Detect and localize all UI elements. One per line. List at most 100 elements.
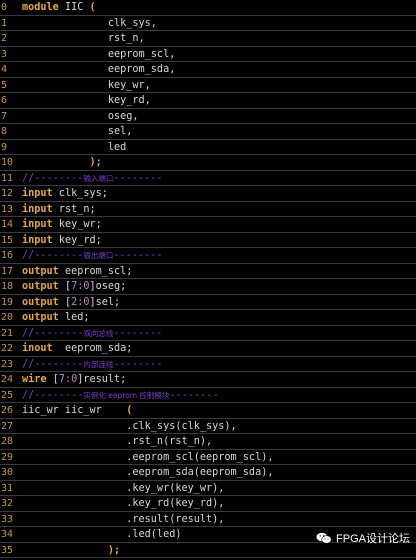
code-text: sel,: [22, 124, 133, 139]
code-line: 23 //--------内部连线--------: [0, 357, 416, 372]
line-number: 21: [1, 327, 14, 339]
code-text: output eeprom_scl;: [22, 264, 132, 279]
code-text: input clk_sys;: [22, 186, 108, 201]
code-line: 9 led: [0, 140, 416, 155]
code-text: .key_rd(key_rd),: [22, 496, 224, 511]
code-line: 19 output [2:0]sel;: [0, 295, 416, 310]
code-line: 16 //--------输出端口--------: [0, 248, 416, 264]
comment-token: //--------: [22, 327, 84, 339]
keyword-token: input: [22, 203, 53, 215]
number-token: 7:0: [58, 374, 78, 385]
comment-token: //--------: [22, 250, 84, 261]
code-text: //--------输入端口--------: [22, 171, 162, 186]
code-token: clk_sys,: [22, 17, 157, 29]
line-number: 28: [1, 436, 14, 447]
code-line: 27 .clk_sys(clk_sys),: [0, 419, 416, 434]
code-text: input rst_n;: [22, 202, 96, 217]
line-number: 3: [1, 48, 8, 60]
watermark: FPGA设计论坛: [316, 530, 410, 546]
keyword-token: output: [22, 281, 59, 292]
line-number: 13: [1, 203, 14, 215]
comment-token: --------: [113, 327, 163, 339]
keyword-token: output: [22, 296, 59, 308]
code-text: input key_rd;: [22, 233, 102, 248]
code-text: .eeprom_sda(eeprom_sda),: [22, 465, 273, 480]
line-number: 15: [1, 234, 14, 246]
code-token: ]result;: [77, 374, 127, 385]
code-token: [: [46, 374, 59, 385]
code-token: .eeprom_sda(eeprom_sda),: [22, 467, 274, 478]
keyword-token: inout: [22, 343, 53, 354]
code-line: 24 wire [7:0]result;: [0, 372, 416, 388]
code-token: oseg,: [22, 110, 139, 122]
line-number: 23: [1, 358, 14, 370]
code-line: 14 input key_wr;: [0, 217, 416, 233]
code-text: //--------输出端口--------: [22, 248, 162, 263]
line-number: 25: [1, 389, 14, 401]
line-number: 31: [1, 482, 14, 494]
comment-token: 双向总线: [83, 328, 114, 338]
line-number: 24: [1, 374, 14, 385]
code-text: rst_n,: [22, 31, 145, 46]
code-text: iic_wr iic_wr (: [22, 403, 132, 418]
code-line: 10 );: [0, 155, 416, 171]
number-token: 7:0: [71, 281, 90, 292]
code-token: [: [58, 296, 72, 308]
code-text: //--------内部连线--------: [22, 357, 162, 372]
comment-token: --------: [113, 358, 163, 370]
line-number: 29: [1, 451, 14, 463]
line-number: 12: [1, 188, 14, 199]
code-line: 7 oseg,: [0, 109, 416, 124]
code-token: led;: [58, 312, 90, 323]
code-token: clk_sys;: [52, 188, 108, 199]
code-text: output [7:0]oseg;: [22, 279, 126, 294]
code-text: oseg,: [22, 109, 139, 124]
comment-token: //--------: [22, 358, 84, 370]
code-line: 33 .result(result),: [0, 512, 416, 527]
code-token: .key_rd(key_rd),: [22, 498, 225, 509]
code-token: .led(led): [22, 529, 182, 540]
code-token: .rst_n(rst_n),: [22, 436, 213, 447]
code-line: 18 output [7:0]oseg;: [0, 279, 416, 295]
code-token: ]oseg;: [89, 281, 127, 292]
code-line: 11 //--------输入端口--------: [0, 171, 416, 186]
number-token: 2:0: [71, 296, 90, 308]
code-token: eeprom_scl;: [58, 265, 133, 277]
code-line: 8 sel,: [0, 124, 416, 140]
code-text: eeprom_scl,: [22, 47, 175, 62]
code-text: wire [7:0]result;: [22, 372, 126, 387]
line-number: 26: [1, 405, 14, 416]
keyword-token: );: [89, 157, 102, 168]
keyword-token: );: [107, 544, 121, 556]
code-line: 13 input rst_n;: [0, 202, 416, 217]
code-text: );: [22, 155, 102, 170]
code-line: 30 .eeprom_sda(eeprom_sda),: [0, 465, 416, 481]
code-line: 31 .key_wr(key_wr),: [0, 481, 416, 496]
code-line: 15 input key_rd;: [0, 233, 416, 248]
line-number: 17: [1, 265, 14, 277]
code-text: .rst_n(rst_n),: [22, 434, 212, 449]
code-text: .clk_sys(clk_sys),: [22, 419, 236, 434]
code-text: inout eeprom_sda;: [22, 341, 132, 356]
code-text: .key_wr(key_wr),: [22, 481, 224, 496]
comment-token: //--------: [22, 389, 84, 401]
code-line: 29 .eeprom_scl(eeprom_scl),: [0, 450, 416, 465]
keyword-token: (: [89, 2, 96, 13]
line-number: 19: [1, 296, 14, 308]
code-text: key_rd,: [22, 93, 151, 108]
wechat-icon: [316, 532, 332, 544]
code-token: [: [58, 281, 72, 292]
code-line: 4 eeprom_sda,: [0, 62, 416, 78]
code-token: led: [22, 141, 127, 153]
code-line: 0 module IIC (: [0, 0, 416, 16]
code-line: 20 output led;: [0, 310, 416, 326]
comment-token: 内部连线: [83, 359, 114, 369]
code-text: module IIC (: [22, 0, 96, 15]
code-text: .result(result),: [22, 512, 224, 527]
code-line: 28 .rst_n(rst_n),: [0, 434, 416, 450]
line-number: 11: [1, 172, 14, 184]
code-line: 3 eeprom_scl,: [0, 47, 416, 62]
line-number: 10: [1, 157, 14, 168]
